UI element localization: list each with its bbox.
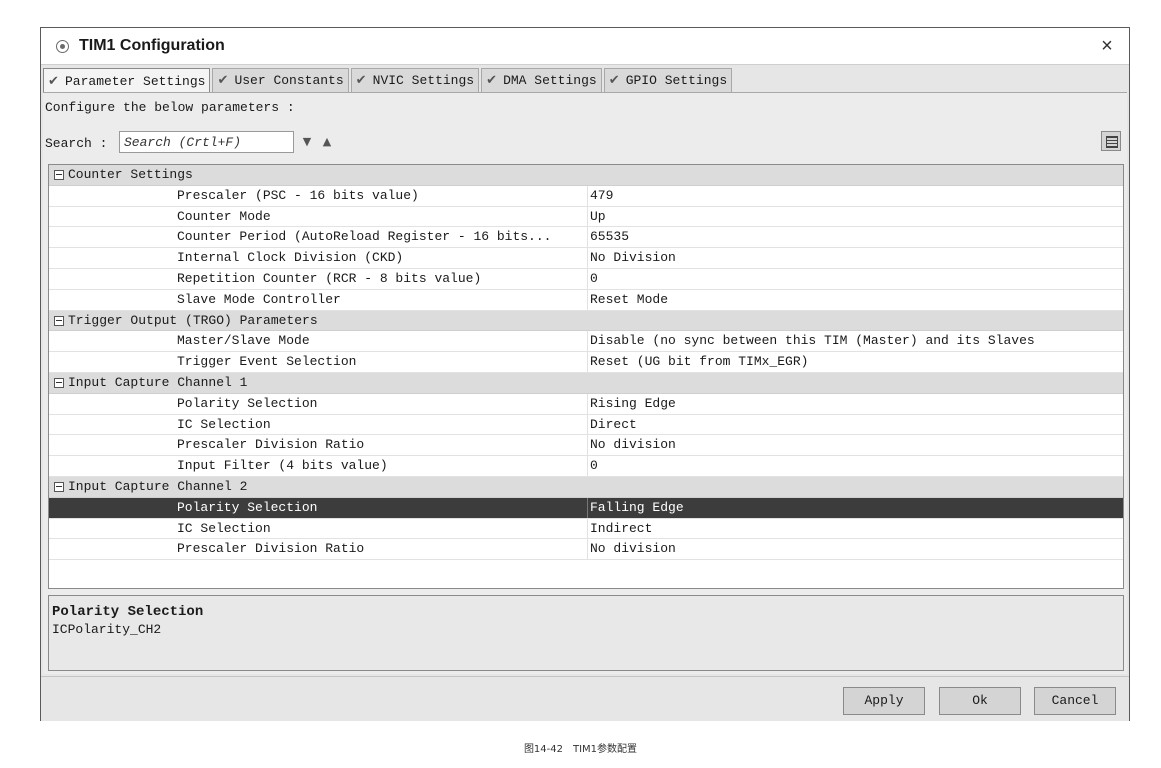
param-value[interactable]: Falling Edge	[587, 497, 684, 518]
search-input[interactable]	[119, 131, 294, 153]
close-icon[interactable]: ×	[1095, 34, 1119, 58]
table-row[interactable]: Master/Slave Mode Disable (no sync betwe…	[49, 331, 1123, 353]
group-label: Input Capture Channel 1	[68, 374, 248, 390]
param-name: Internal Clock Division (CKD)	[177, 250, 404, 266]
table-row[interactable]: Counter Mode Up	[49, 206, 1123, 228]
table-row[interactable]: Internal Clock Division (CKD) No Divisio…	[49, 248, 1123, 269]
table-row[interactable]: Repetition Counter (RCR - 8 bits value) …	[49, 268, 1123, 290]
cancel-button[interactable]: Cancel	[1034, 687, 1116, 715]
group-label: Input Capture Channel 2	[68, 478, 248, 494]
table-row[interactable]: IC Selection Indirect	[49, 518, 1123, 540]
param-name: Prescaler Division Ratio	[177, 541, 365, 557]
table-row[interactable]: Input Filter (4 bits value) 0	[49, 456, 1123, 477]
param-name: IC Selection	[177, 416, 271, 432]
param-name: Input Filter (4 bits value)	[177, 458, 388, 474]
group-row-trigger-output[interactable]: Trigger Output (TRGO) Parameters	[49, 310, 1123, 332]
param-name: Repetition Counter (RCR - 8 bits value)	[177, 270, 482, 286]
table-row[interactable]: Slave Mode Controller Reset Mode	[49, 289, 1123, 311]
param-name: Prescaler Division Ratio	[177, 437, 365, 453]
grid-view-icon[interactable]	[1101, 131, 1121, 151]
table-row[interactable]: Prescaler (PSC - 16 bits value) 479	[49, 185, 1123, 207]
group-collapse-icon[interactable]	[54, 377, 64, 388]
table-row[interactable]: Trigger Event Selection Reset (UG bit fr…	[49, 352, 1123, 373]
param-value[interactable]: Up	[587, 206, 606, 227]
check-icon: ✔	[608, 73, 620, 88]
group-row-counter-settings[interactable]: Counter Settings	[49, 165, 1123, 186]
param-name: Polarity Selection	[177, 395, 318, 411]
description-panel: Polarity Selection ICPolarity_CH2	[48, 595, 1124, 671]
table-row[interactable]: Prescaler Division Ratio No division	[49, 435, 1123, 457]
group-row-input-capture-1[interactable]: Input Capture Channel 1	[49, 372, 1123, 394]
window-title: TIM1 Configuration	[79, 37, 225, 54]
group-collapse-icon[interactable]	[54, 170, 64, 180]
tab-user-constants[interactable]: ✔ User Constants	[212, 68, 349, 92]
tab-label: Parameter Settings	[65, 73, 206, 89]
group-collapse-icon[interactable]	[54, 481, 64, 492]
check-icon: ✔	[355, 73, 367, 88]
configure-label: Configure the below parameters :	[45, 100, 295, 115]
tab-parameter-settings[interactable]: ✔ Parameter Settings	[43, 68, 211, 93]
tab-nvic-settings[interactable]: ✔ NVIC Settings	[350, 68, 480, 92]
tab-dma-settings[interactable]: ✔ DMA Settings	[481, 68, 602, 92]
param-name: Counter Mode	[177, 208, 271, 224]
tab-bar: ✔ Parameter Settings ✔ User Constants ✔ …	[43, 68, 734, 93]
param-value[interactable]: Indirect	[587, 518, 652, 539]
table-row[interactable]: IC Selection Direct	[49, 414, 1123, 436]
param-value[interactable]: 479	[587, 185, 613, 206]
app-icon	[56, 40, 69, 53]
param-value[interactable]: 0	[587, 268, 598, 289]
param-name: Prescaler (PSC - 16 bits value)	[177, 187, 419, 203]
tab-label: DMA Settings	[503, 73, 597, 88]
param-name: Slave Mode Controller	[177, 291, 341, 307]
ok-button[interactable]: Ok	[939, 687, 1021, 715]
param-value[interactable]: 0	[587, 456, 598, 477]
description-title: Polarity Selection	[52, 604, 204, 620]
arrow-up-icon[interactable]: ▲	[319, 134, 335, 150]
param-value[interactable]: No division	[587, 539, 676, 560]
param-value[interactable]: Reset (UG bit from TIMx_EGR)	[587, 352, 808, 373]
dialog-footer: Apply Ok Cancel	[41, 676, 1129, 721]
param-name: Polarity Selection	[177, 499, 318, 515]
group-label: Trigger Output (TRGO) Parameters	[68, 312, 318, 328]
title-bar: TIM1 Configuration ×	[41, 28, 1129, 65]
tab-gpio-settings[interactable]: ✔ GPIO Settings	[603, 68, 733, 92]
description-text: ICPolarity_CH2	[52, 622, 162, 637]
group-row-input-capture-2[interactable]: Input Capture Channel 2	[49, 476, 1123, 498]
parameter-table: Counter Settings Prescaler (PSC - 16 bit…	[48, 164, 1124, 589]
check-icon: ✔	[48, 73, 59, 89]
param-value[interactable]: Direct	[587, 414, 637, 435]
table-row[interactable]: Polarity Selection Rising Edge	[49, 393, 1123, 415]
arrow-down-icon[interactable]: ▼	[299, 134, 315, 150]
param-value[interactable]: No Division	[587, 248, 676, 269]
table-row[interactable]: Counter Period (AutoReload Register - 16…	[49, 227, 1123, 249]
group-label: Counter Settings	[68, 167, 193, 182]
search-label: Search :	[45, 136, 108, 151]
table-row-selected[interactable]: Polarity Selection Falling Edge	[49, 497, 1123, 519]
parameter-settings-panel: Configure the below parameters : Search …	[43, 92, 1127, 674]
param-value[interactable]: Rising Edge	[587, 393, 676, 414]
table-row[interactable]: Prescaler Division Ratio No division	[49, 539, 1123, 561]
figure-caption: 图14-42 TIM1参数配置	[523, 744, 638, 755]
param-name: IC Selection	[177, 520, 271, 536]
param-value[interactable]: No division	[587, 435, 676, 456]
configuration-dialog: TIM1 Configuration × ✔ Parameter Setting…	[40, 27, 1130, 721]
tab-label: User Constants	[234, 73, 344, 88]
tab-label: GPIO Settings	[625, 73, 728, 88]
param-name: Trigger Event Selection	[177, 354, 357, 370]
param-value[interactable]: Reset Mode	[587, 289, 668, 310]
param-name: Master/Slave Mode	[177, 333, 310, 349]
param-value[interactable]: Disable (no sync between this TIM (Maste…	[587, 331, 1035, 352]
param-value[interactable]: 65535	[587, 227, 629, 248]
check-icon: ✔	[217, 73, 229, 88]
param-name: Counter Period (AutoReload Register - 16…	[177, 229, 552, 245]
tab-label: NVIC Settings	[372, 73, 475, 88]
check-icon: ✔	[486, 73, 497, 88]
group-collapse-icon[interactable]	[54, 315, 64, 326]
apply-button[interactable]: Apply	[843, 687, 925, 715]
